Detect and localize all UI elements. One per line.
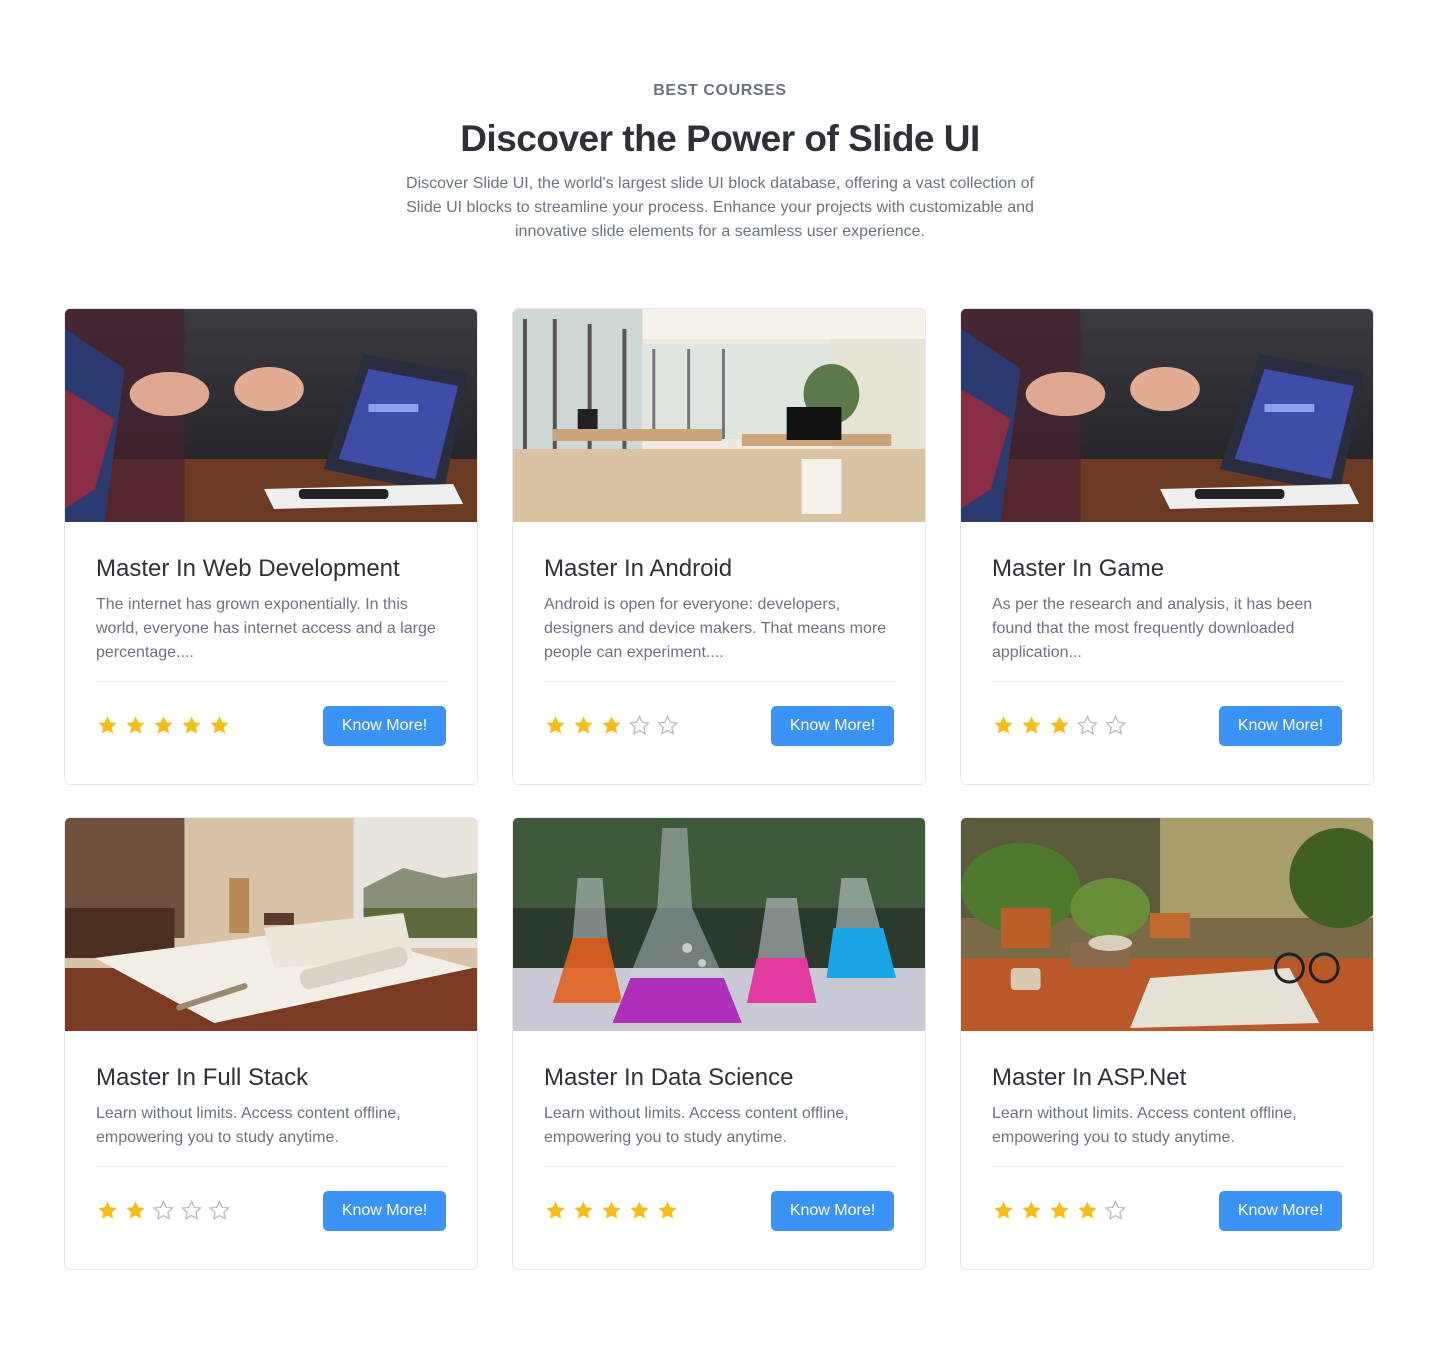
office-interior-photo [513,309,925,522]
card-divider [992,681,1344,682]
course-description: Android is open for everyone: developers… [544,596,887,661]
star-filled-icon [1078,1201,1097,1219]
star-filled-icon [210,716,229,734]
rating-stars [544,1199,679,1222]
know-more-button[interactable]: Know More! [771,706,894,746]
star-filled-icon [994,716,1013,734]
card-divider [544,1166,896,1167]
card-divider [992,1166,1344,1167]
course-title: Master In ASP.Net [992,1064,1187,1091]
star-filled-icon [574,716,593,734]
star-empty-icon [1076,714,1099,735]
star-filled-icon [182,716,201,734]
know-more-button[interactable]: Know More! [323,1191,446,1231]
course-card: Master In ASP.Net Learn without limits. … [960,817,1374,1270]
star-filled-icon [602,716,621,734]
course-title: Master In Game [992,555,1165,582]
star-filled-icon [1050,1201,1069,1219]
section-eyebrow: BEST COURSES [653,82,787,99]
star-empty-icon [1104,714,1127,735]
know-more-button[interactable]: Know More! [771,1191,894,1231]
star-empty-icon [1104,1199,1127,1220]
card-divider [544,681,896,682]
rating-stars [96,1199,231,1222]
course-title: Master In Full Stack [96,1064,309,1091]
star-filled-icon [546,1201,565,1219]
card-divider [96,681,448,682]
lab-flasks-photo [513,818,925,1031]
section-description: Discover Slide UI, the world's largest s… [406,175,1034,240]
star-filled-icon [1022,1201,1041,1219]
course-card: Master In Data Science Learn without lim… [512,817,926,1270]
rating-stars [992,714,1127,737]
star-filled-icon [126,716,145,734]
course-card: Master In Full Stack Learn without limit… [64,817,478,1270]
rating-stars [96,714,231,737]
course-description: Learn without limits. Access content off… [992,1105,1297,1146]
star-filled-icon [574,1201,593,1219]
course-title: Master In Web Development [96,555,400,582]
star-empty-icon [628,714,651,735]
rating-stars [544,714,679,737]
know-more-button[interactable]: Know More! [1219,1191,1342,1231]
star-filled-icon [98,716,117,734]
star-empty-icon [152,1199,175,1220]
rating-stars [992,1199,1127,1222]
star-filled-icon [154,716,173,734]
star-empty-icon [208,1199,231,1220]
section-title: Discover the Power of Slide UI [460,118,980,159]
course-card: Master In Android Android is open for ev… [512,308,926,785]
know-more-button[interactable]: Know More! [323,706,446,746]
course-description: The internet has grown exponentially. In… [96,596,436,661]
course-title: Master In Data Science [544,1064,794,1091]
star-filled-icon [630,1201,649,1219]
course-description: Learn without limits. Access content off… [544,1105,849,1146]
star-filled-icon [1050,716,1069,734]
know-more-button[interactable]: Know More! [1219,706,1342,746]
star-empty-icon [656,714,679,735]
star-filled-icon [658,1201,677,1219]
star-filled-icon [994,1201,1013,1219]
laptop-hands-photo [961,309,1373,522]
star-filled-icon [126,1201,145,1219]
star-empty-icon [180,1199,203,1220]
plants-desk-photo [961,818,1373,1031]
desk-notebook-photo [65,818,477,1031]
course-card: Master In Web Development The internet h… [64,308,478,785]
star-filled-icon [546,716,565,734]
star-filled-icon [98,1201,117,1219]
course-description: As per the research and analysis, it has… [992,596,1313,661]
course-title: Master In Android [544,555,733,582]
card-divider [96,1166,448,1167]
star-filled-icon [602,1201,621,1219]
star-filled-icon [1022,716,1041,734]
course-description: Learn without limits. Access content off… [96,1105,401,1146]
course-card: Master In Game As per the research and a… [960,308,1374,785]
laptop-hands-photo [65,309,477,522]
